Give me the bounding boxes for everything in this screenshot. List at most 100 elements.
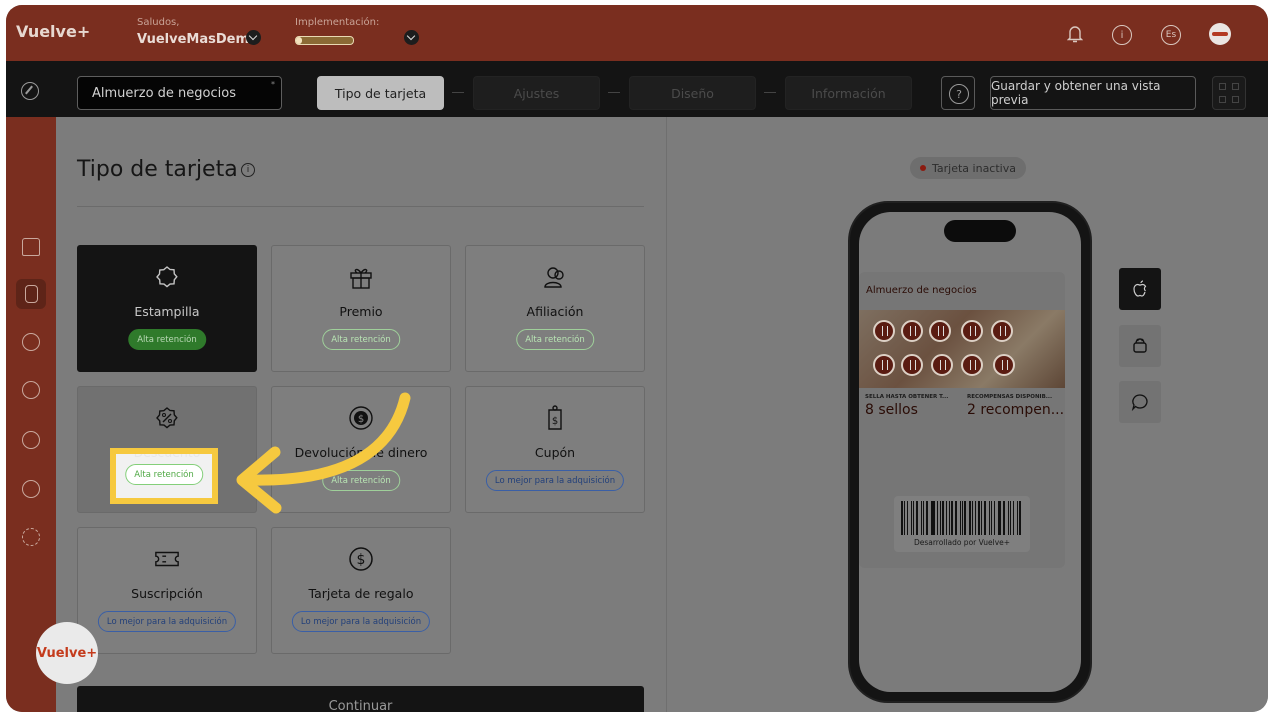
barcode-stripe <box>1012 501 1015 535</box>
avatar[interactable] <box>1209 23 1231 45</box>
card-label: Cupón <box>534 445 576 460</box>
ticket-icon <box>154 546 180 572</box>
pass-strip-image <box>859 310 1065 388</box>
retention-badge: Alta retención <box>322 329 400 350</box>
app-window: Vuelve+ Saludos, VuelveMasDemo Implement… <box>6 5 1268 712</box>
card-type-coupon[interactable]: $ Cupón Lo mejor para la adquisición <box>465 386 645 513</box>
apple-icon[interactable] <box>1119 268 1161 310</box>
pass-field-label: RECOMPENSAS DISPONIB... <box>967 394 1053 400</box>
barcode-stripe <box>936 501 938 535</box>
card-name-input[interactable]: Almuerzo de negocios * <box>77 76 282 110</box>
barcode-stripe <box>971 501 973 535</box>
step-bar: Almuerzo de negocios * Tipo de tarjeta A… <box>6 61 1268 117</box>
discount-icon <box>154 405 180 431</box>
barcode-stripe <box>913 501 914 535</box>
barcode-stripe <box>906 501 909 535</box>
pencil-icon[interactable] <box>21 82 39 100</box>
barcode-stripe <box>990 501 992 535</box>
barcode-stripe <box>915 501 919 535</box>
location-icon[interactable] <box>22 431 40 449</box>
bell-icon[interactable] <box>1066 24 1084 48</box>
vuelve-chat-bubble[interactable]: Vuelve+ <box>36 622 98 684</box>
question-icon: ? <box>949 84 969 104</box>
card-type-gift-card[interactable]: $ Tarjeta de regalo Lo mejor para la adq… <box>271 527 451 654</box>
step-information[interactable]: Información <box>785 76 912 110</box>
users-icon <box>542 264 568 290</box>
phone-screen: Almuerzo de negocios SELLA HASTA OBTENER… <box>859 212 1081 692</box>
barcode-stripe <box>988 501 990 535</box>
step-design[interactable]: Diseño <box>629 76 756 110</box>
chat-icon[interactable] <box>22 381 40 399</box>
barcode-stripe <box>993 501 995 535</box>
svg-text:$: $ <box>552 416 558 427</box>
barcode-stripe <box>959 501 961 535</box>
phone-mockup: Almuerzo de negocios SELLA HASTA OBTENER… <box>848 201 1092 703</box>
card-type-reward[interactable]: Premio Alta retención <box>271 245 451 372</box>
barcode: Desarrollado por Vuelve+ <box>894 496 1030 552</box>
info-icon[interactable]: i <box>1112 25 1132 45</box>
barcode-stripe <box>980 501 982 535</box>
step-divider <box>608 92 620 93</box>
dollar-icon: $ <box>348 546 374 572</box>
barcode-stripe <box>932 501 935 535</box>
barcode-stripe <box>922 501 925 535</box>
page-title: Tipo de tarjeta <box>77 157 238 182</box>
status-badge: Tarjeta inactiva <box>910 157 1026 179</box>
barcode-stripe <box>1002 501 1006 535</box>
implementation-progress-bar <box>295 36 354 45</box>
barcode-stripe <box>968 501 971 535</box>
stamp-badge-icon <box>154 264 180 290</box>
acquisition-badge: Lo mejor para la adquisición <box>97 611 237 632</box>
implementation-label: Implementación: <box>295 17 380 28</box>
card-label: Tarjeta de regalo <box>308 586 414 601</box>
preview-panel: Tarjeta inactiva Almuerzo de negocios SE… <box>666 117 1268 712</box>
chat-bubble-icon[interactable] <box>1119 381 1161 423</box>
top-bar: Vuelve+ Saludos, VuelveMasDemo Implement… <box>6 5 1268 61</box>
user-name: VuelveMasDemo <box>137 32 258 47</box>
step-divider <box>452 92 464 93</box>
step-settings[interactable]: Ajustes <box>473 76 600 110</box>
card-type-subscription[interactable]: Suscripción Lo mejor para la adquisición <box>77 527 257 654</box>
barcode-stripe <box>942 501 944 535</box>
greeting-label: Saludos, <box>137 17 180 28</box>
gear-icon[interactable] <box>22 528 40 546</box>
info-icon[interactable]: i <box>241 163 255 177</box>
app-logo[interactable]: Vuelve+ <box>16 22 90 41</box>
home-icon[interactable] <box>22 238 40 256</box>
barcode-stripe <box>964 501 966 535</box>
android-icon[interactable] <box>1119 325 1161 367</box>
step-divider <box>764 92 776 93</box>
svg-text:$: $ <box>358 414 364 425</box>
continue-button[interactable]: Continuar <box>77 686 644 712</box>
help-button[interactable]: ? <box>941 76 975 110</box>
step-card-type[interactable]: Tipo de tarjeta <box>317 76 444 110</box>
users-icon[interactable] <box>22 333 40 351</box>
pass-title: Almuerzo de negocios <box>866 285 977 296</box>
user-menu-chevron-icon[interactable] <box>246 30 261 45</box>
pass-field-value: 2 recompen... <box>967 402 1065 418</box>
barcode-stripe <box>1009 501 1011 535</box>
card-label: Afiliación <box>526 304 584 319</box>
retention-badge: Alta retención <box>516 329 594 350</box>
language-selector[interactable]: Es <box>1161 25 1181 45</box>
highlight-box: Alta retención <box>110 448 218 504</box>
card-type-stamp[interactable]: Estampilla Alta retención <box>77 245 257 372</box>
cashback-icon: $ <box>348 405 374 431</box>
card-name-value: Almuerzo de negocios <box>92 85 236 101</box>
required-mark: * <box>271 80 275 89</box>
barcode-stripe <box>926 501 928 535</box>
qr-code-button[interactable] <box>1212 76 1246 110</box>
barcode-stripe <box>961 501 963 535</box>
card-icon <box>25 285 38 303</box>
implementation-chevron-icon[interactable] <box>404 30 419 45</box>
card-type-membership[interactable]: Afiliación Alta retención <box>465 245 645 372</box>
barcode-stripe <box>978 501 980 535</box>
barcode-stripe <box>983 501 986 535</box>
barcode-stripe <box>930 501 932 535</box>
barcode-stripe <box>940 501 942 535</box>
retention-badge: Alta retención <box>128 329 206 350</box>
barcode-stripe <box>1017 501 1018 535</box>
card-type-cashback[interactable]: $ Devolución de dinero Alta retención <box>271 386 451 513</box>
user-icon[interactable] <box>22 480 40 498</box>
save-preview-button[interactable]: Guardar y obtener una vista previa <box>990 76 1196 110</box>
